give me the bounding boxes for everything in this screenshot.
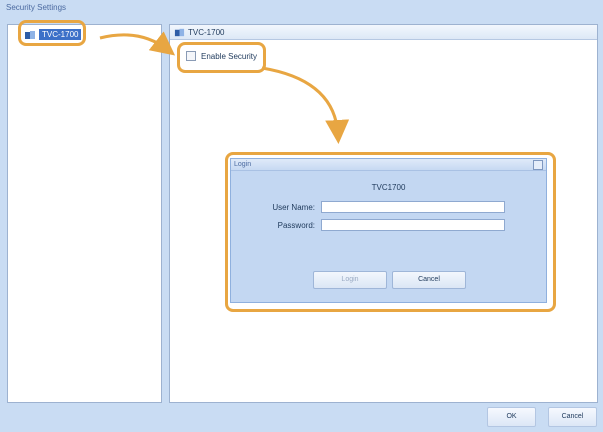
panel-header-label: TVC-1700 <box>188 27 225 37</box>
login-button[interactable]: Login <box>313 271 387 289</box>
window-title: Security Settings <box>6 3 67 12</box>
username-label: User Name: <box>272 202 315 212</box>
login-titlebar: Login <box>231 159 546 171</box>
panel-header: TVC-1700 <box>170 25 597 40</box>
device-node-icon <box>25 30 35 39</box>
cancel-button[interactable]: Cancel <box>548 407 597 427</box>
enable-security-checkbox[interactable] <box>186 51 196 61</box>
password-input[interactable] <box>321 219 505 231</box>
ok-button[interactable]: OK <box>487 407 536 427</box>
enable-security-label: Enable Security <box>201 51 258 61</box>
login-cancel-button[interactable]: Cancel <box>392 271 466 289</box>
tree-node-label: TVC-1700 <box>39 29 82 40</box>
username-input[interactable] <box>321 201 505 213</box>
login-device-name: TVC1700 <box>371 183 406 192</box>
login-dialog: Login TVC1700 User Name: Password: Login… <box>230 158 547 303</box>
close-icon[interactable] <box>533 160 543 170</box>
settings-panel: TVC-1700 Enable Security Login TVC1700 U… <box>169 24 598 403</box>
username-row: User Name: <box>251 201 505 213</box>
device-tree-panel: TVC-1700 <box>7 24 162 403</box>
password-row: Password: <box>251 219 505 231</box>
tree-node-device[interactable]: TVC-1700 <box>24 28 82 41</box>
password-label: Password: <box>277 220 315 230</box>
enable-security-option[interactable]: Enable Security <box>186 51 257 61</box>
device-node-icon <box>174 28 185 36</box>
login-title: Login <box>234 161 252 168</box>
